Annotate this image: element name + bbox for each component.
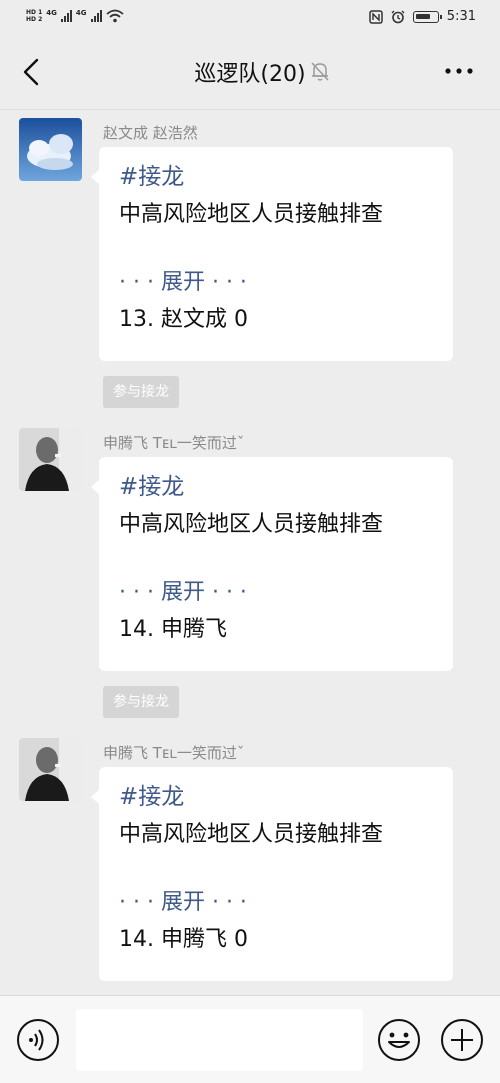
signal-icon — [90, 10, 102, 22]
sender-name: 赵文成 赵浩然 — [103, 124, 198, 142]
avatar[interactable] — [19, 118, 82, 181]
hd2-label: HD 2 — [26, 16, 43, 23]
more-dots-icon[interactable] — [442, 56, 476, 86]
battery-icon — [412, 10, 442, 23]
solitaire-card[interactable]: #接龙 中高风险地区人员接触排查 · · · 展开 · · · 13. 赵文成 … — [91, 147, 453, 361]
expand-link[interactable]: · · · 展开 · · · — [119, 887, 433, 919]
avatar[interactable] — [19, 428, 82, 491]
solitaire-tag[interactable]: #接龙 — [119, 471, 433, 503]
solitaire-entry: 14. 申腾飞 0 — [119, 927, 248, 952]
solitaire-entry: 13. 赵文成 0 — [119, 307, 248, 332]
solitaire-topic: 中高风险地区人员接触排查 — [119, 512, 384, 537]
network-type-2: 4G — [75, 9, 87, 17]
solitaire-topic: 中高风险地区人员接触排查 — [119, 202, 384, 227]
voice-icon[interactable] — [16, 1018, 60, 1062]
join-solitaire-button[interactable]: 参与接龙 — [103, 376, 179, 408]
hd1-label: HD 1 — [26, 9, 43, 16]
nfc-icon — [369, 9, 383, 24]
emoji-icon[interactable] — [377, 1018, 421, 1062]
wifi-icon — [105, 9, 124, 23]
solitaire-card[interactable]: #接龙 中高风险地区人员接触排查 · · · 展开 · · · 14. 申腾飞 — [91, 457, 453, 671]
clock: 5:31 — [446, 9, 476, 24]
expand-link[interactable]: · · · 展开 · · · — [119, 267, 433, 299]
status-right: 5:31 — [369, 9, 476, 24]
solitaire-topic: 中高风险地区人员接触排查 — [119, 822, 384, 847]
chat-header: 巡逻队(20) — [0, 34, 500, 110]
signal-icon — [60, 10, 72, 22]
status-bar: HD 1 HD 2 4G 4G 5:31 — [0, 0, 500, 34]
bell-muted-icon — [311, 62, 329, 81]
chat-title: 巡逻队(20) — [194, 62, 306, 87]
plus-icon[interactable] — [440, 1018, 484, 1062]
network-type-1: 4G — [46, 9, 57, 17]
solitaire-tag[interactable]: #接龙 — [119, 161, 433, 193]
solitaire-card[interactable]: #接龙 中高风险地区人员接触排查 · · · 展开 · · · 14. 申腾飞 … — [91, 767, 453, 981]
join-solitaire-button[interactable]: 参与接龙 — [103, 686, 179, 718]
input-bar — [0, 995, 500, 1083]
solitaire-entry: 14. 申腾飞 — [119, 617, 227, 642]
hd-tags: HD 1 HD 2 — [26, 9, 42, 23]
expand-link[interactable]: · · · 展开 · · · — [119, 577, 433, 609]
solitaire-tag[interactable]: #接龙 — [119, 781, 433, 813]
sender-name: 申腾飞 Tᴇʟ一笑而过ˇ — [103, 744, 245, 762]
avatar[interactable] — [19, 738, 82, 801]
signal-group: HD 1 HD 2 4G 4G — [26, 9, 124, 23]
message-input[interactable] — [76, 1009, 363, 1071]
alarm-icon — [391, 10, 405, 23]
sender-name: 申腾飞 Tᴇʟ一笑而过ˇ — [103, 434, 245, 452]
